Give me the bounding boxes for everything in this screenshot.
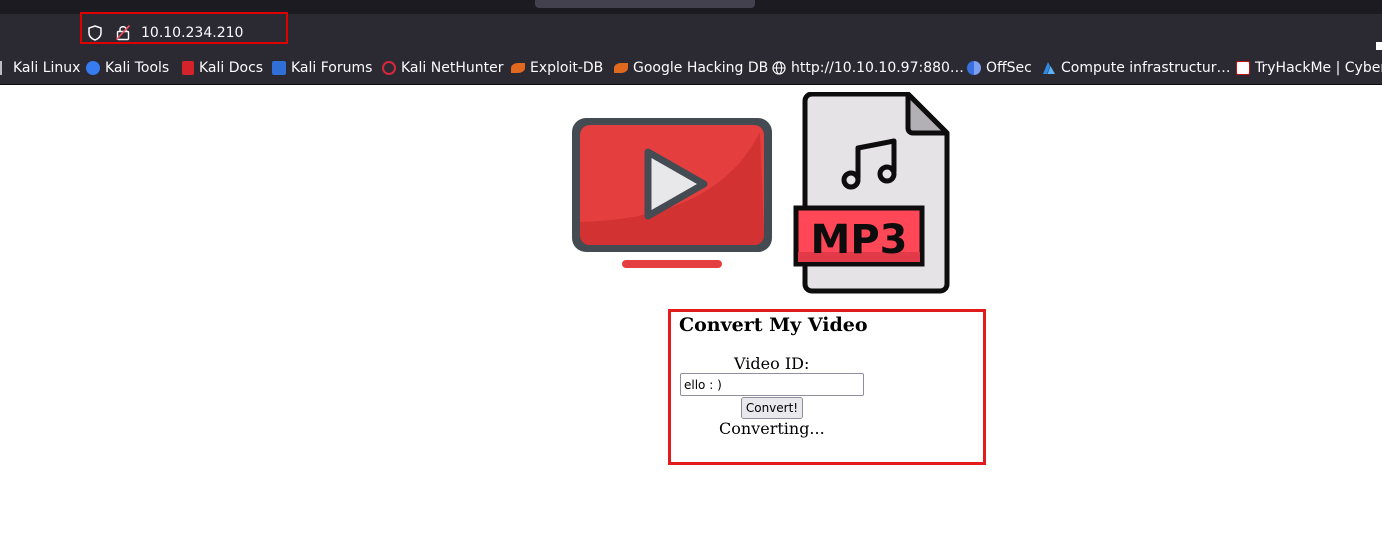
url-text[interactable]: 10.10.234.210 xyxy=(141,24,243,42)
ghdb-icon xyxy=(614,63,628,73)
azure-icon xyxy=(1043,62,1055,74)
bookmark-tryhackme[interactable]: TryHackMe | Cyber xyxy=(1236,60,1382,76)
kali-dragon-icon xyxy=(0,61,9,75)
bookmark-kali-linux[interactable]: Kali Linux xyxy=(0,60,80,76)
bookmark-kali-nethunter[interactable]: Kali NetHunter xyxy=(382,60,503,76)
bookmark-label: TryHackMe | Cyber xyxy=(1255,60,1382,76)
bookmark-label: Kali Docs xyxy=(199,60,264,76)
bookmark-label: Exploit-DB xyxy=(530,60,604,76)
shield-icon[interactable] xyxy=(88,25,102,41)
bookmark-label: Google Hacking DB xyxy=(633,60,769,76)
active-tab[interactable] xyxy=(535,0,755,8)
video-id-label: Video ID: xyxy=(734,354,810,373)
bookmark-label: Kali Tools xyxy=(105,60,170,76)
bookmark-label: OffSec xyxy=(986,60,1032,76)
conversion-status: Converting... xyxy=(719,419,825,438)
bookmark-offsec[interactable]: OffSec xyxy=(967,60,1032,76)
video-id-input[interactable] xyxy=(680,373,864,396)
tryhackme-icon xyxy=(1236,61,1250,75)
exploit-db-icon xyxy=(511,63,525,73)
bookmark-compute-infrastructure[interactable]: Compute infrastructur… xyxy=(1042,60,1231,76)
offsec-icon xyxy=(967,61,981,75)
convert-form-panel: Convert My Video Video ID: Convert! Conv… xyxy=(668,309,986,465)
convert-button[interactable]: Convert! xyxy=(741,397,803,419)
kali-docs-icon xyxy=(182,61,194,75)
kali-forums-icon xyxy=(272,61,286,75)
bookmark-label: http://10.10.10.97:880… xyxy=(791,60,964,76)
form-title: Convert My Video xyxy=(679,314,868,336)
bookmark-label: Kali NetHunter xyxy=(401,60,504,76)
mp3-file-icon: MP3 xyxy=(793,92,950,294)
bookmark-exploit-db[interactable]: Exploit-DB xyxy=(511,60,603,76)
mp3-label: MP3 xyxy=(811,217,908,263)
bookmarks-toolbar: Kali Linux Kali Tools Kali Docs Kali For… xyxy=(0,50,1382,85)
bookmark-kali-tools[interactable]: Kali Tools xyxy=(86,60,169,76)
youtube-tv-icon xyxy=(572,118,772,268)
globe-icon xyxy=(772,61,786,75)
bookmark-label: Kali Linux xyxy=(13,60,81,76)
insecure-lock-icon[interactable] xyxy=(115,24,131,41)
kali-tools-icon xyxy=(86,61,100,75)
youtube-to-mp3-logo: MP3 xyxy=(572,92,950,294)
bookmark-label: Compute infrastructur… xyxy=(1061,60,1231,76)
bookmark-kali-docs[interactable]: Kali Docs xyxy=(182,60,263,76)
bookmark-kali-forums[interactable]: Kali Forums xyxy=(272,60,372,76)
bookmark-google-hacking-db[interactable]: Google Hacking DB xyxy=(614,60,768,76)
nethunter-icon xyxy=(382,61,396,75)
bookmark-label: Kali Forums xyxy=(291,60,373,76)
bookmark-http-10-10-10-97[interactable]: http://10.10.10.97:880… xyxy=(772,60,964,76)
